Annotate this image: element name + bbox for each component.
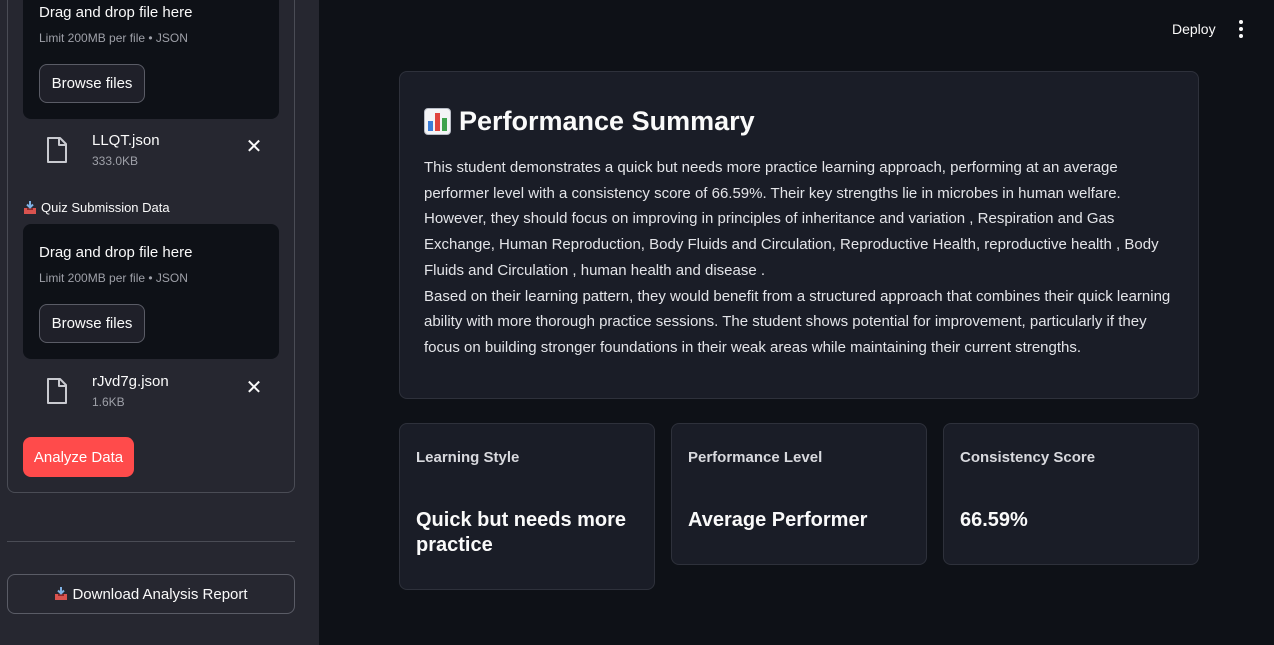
metric-value: Quick but needs more practice [416,509,627,556]
metric-value: Average Performer [688,509,868,531]
file-dropzone[interactable]: Drag and drop file here Limit 200MB per … [23,224,279,359]
file-icon [47,137,67,163]
file-name: LLQT.json [92,132,160,149]
metric-card-consistency-score: Consistency Score 66.59% [943,423,1199,565]
uploaded-file-row: LLQT.json 333.0KB ✕ [23,132,279,176]
file-name: rJvd7g.json [92,373,169,390]
metric-label: Learning Style [416,449,520,466]
remove-file-close-icon[interactable]: ✕ [245,375,263,400]
browse-files-button[interactable]: Browse files [39,304,145,343]
dropzone-title: Drag and drop file here [39,244,193,261]
bar-chart-icon [424,108,451,135]
dropzone-limit: Limit 200MB per file • JSON [39,271,188,285]
quiz-submission-label: Quiz Submission Data [23,200,170,215]
download-report-button[interactable]: Download Analysis Report [7,574,295,614]
uploaded-file-row: rJvd7g.json 1.6KB ✕ [23,373,279,417]
performance-summary-card: Performance Summary This student demonst… [399,71,1199,399]
sidebar: Drag and drop file here Limit 200MB per … [0,0,319,645]
summary-text: This student demonstrates a quick but ne… [424,155,1180,361]
download-report-label: Download Analysis Report [72,585,248,603]
metric-card-performance-level: Performance Level Average Performer [671,423,927,565]
inbox-tray-icon [24,200,36,214]
dropzone-limit: Limit 200MB per file • JSON [39,31,188,45]
analyze-data-button[interactable]: Analyze Data [23,437,134,477]
summary-title: Performance Summary [459,106,755,136]
file-dropzone[interactable]: Drag and drop file here Limit 200MB per … [23,0,279,119]
metric-value: 66.59% [960,509,1028,531]
file-size: 333.0KB [92,154,139,168]
summary-paragraph: This student demonstrates a quick but ne… [424,159,1159,279]
metric-label: Consistency Score [960,449,1096,466]
file-size: 1.6KB [92,395,125,409]
summary-heading: Performance Summary [424,106,755,137]
sidebar-divider [7,541,295,542]
dropzone-title: Drag and drop file here [39,4,193,21]
metric-label: Performance Level [688,449,823,466]
quiz-submission-label-text: Quiz Submission Data [41,200,170,215]
inbox-tray-icon [55,587,68,600]
file-icon [47,378,67,404]
remove-file-close-icon[interactable]: ✕ [245,134,263,159]
more-options-icon[interactable] [1236,20,1246,38]
metric-card-learning-style: Learning Style Quick but needs more prac… [399,423,655,590]
summary-paragraph: Based on their learning pattern, they wo… [424,287,1171,356]
deploy-button[interactable]: Deploy [1172,21,1216,37]
browse-files-button[interactable]: Browse files [39,64,145,103]
